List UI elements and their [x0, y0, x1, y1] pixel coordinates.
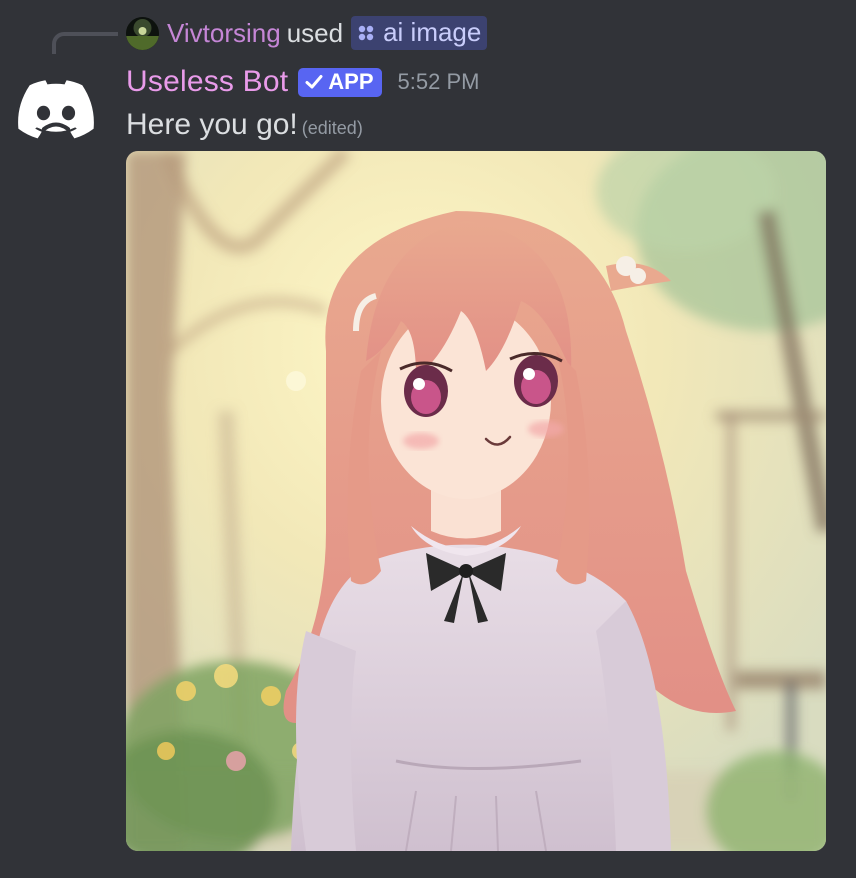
interaction-line: Vivtorsing used ai image: [126, 14, 488, 52]
image-attachment[interactable]: [126, 151, 826, 851]
app-badge-label: APP: [328, 69, 374, 94]
generated-image: [126, 151, 826, 851]
used-label: used: [286, 17, 344, 48]
app-badge: APP: [298, 67, 382, 97]
reply-spine: [52, 32, 118, 54]
message-content: Here you go! (edited): [126, 108, 363, 142]
command-name: ai image: [383, 17, 482, 47]
discord-logo-icon: [18, 80, 94, 139]
bot-avatar[interactable]: [16, 70, 96, 150]
checkmark-icon: [305, 75, 323, 89]
invoking-user-name[interactable]: Vivtorsing: [167, 18, 281, 49]
message-group: Vivtorsing used ai image Useless Bot APP…: [0, 0, 856, 878]
user-avatar[interactable]: [126, 16, 159, 50]
message-text: Here you go!: [126, 108, 298, 141]
message-timestamp[interactable]: 5:52 PM: [398, 69, 480, 95]
edited-indicator: (edited): [301, 118, 363, 138]
author-name[interactable]: Useless Bot: [126, 65, 288, 99]
slash-command-icon: [358, 25, 374, 40]
message-header: Useless Bot APP 5:52 PM: [126, 62, 479, 102]
command-mention[interactable]: ai image: [351, 16, 488, 50]
